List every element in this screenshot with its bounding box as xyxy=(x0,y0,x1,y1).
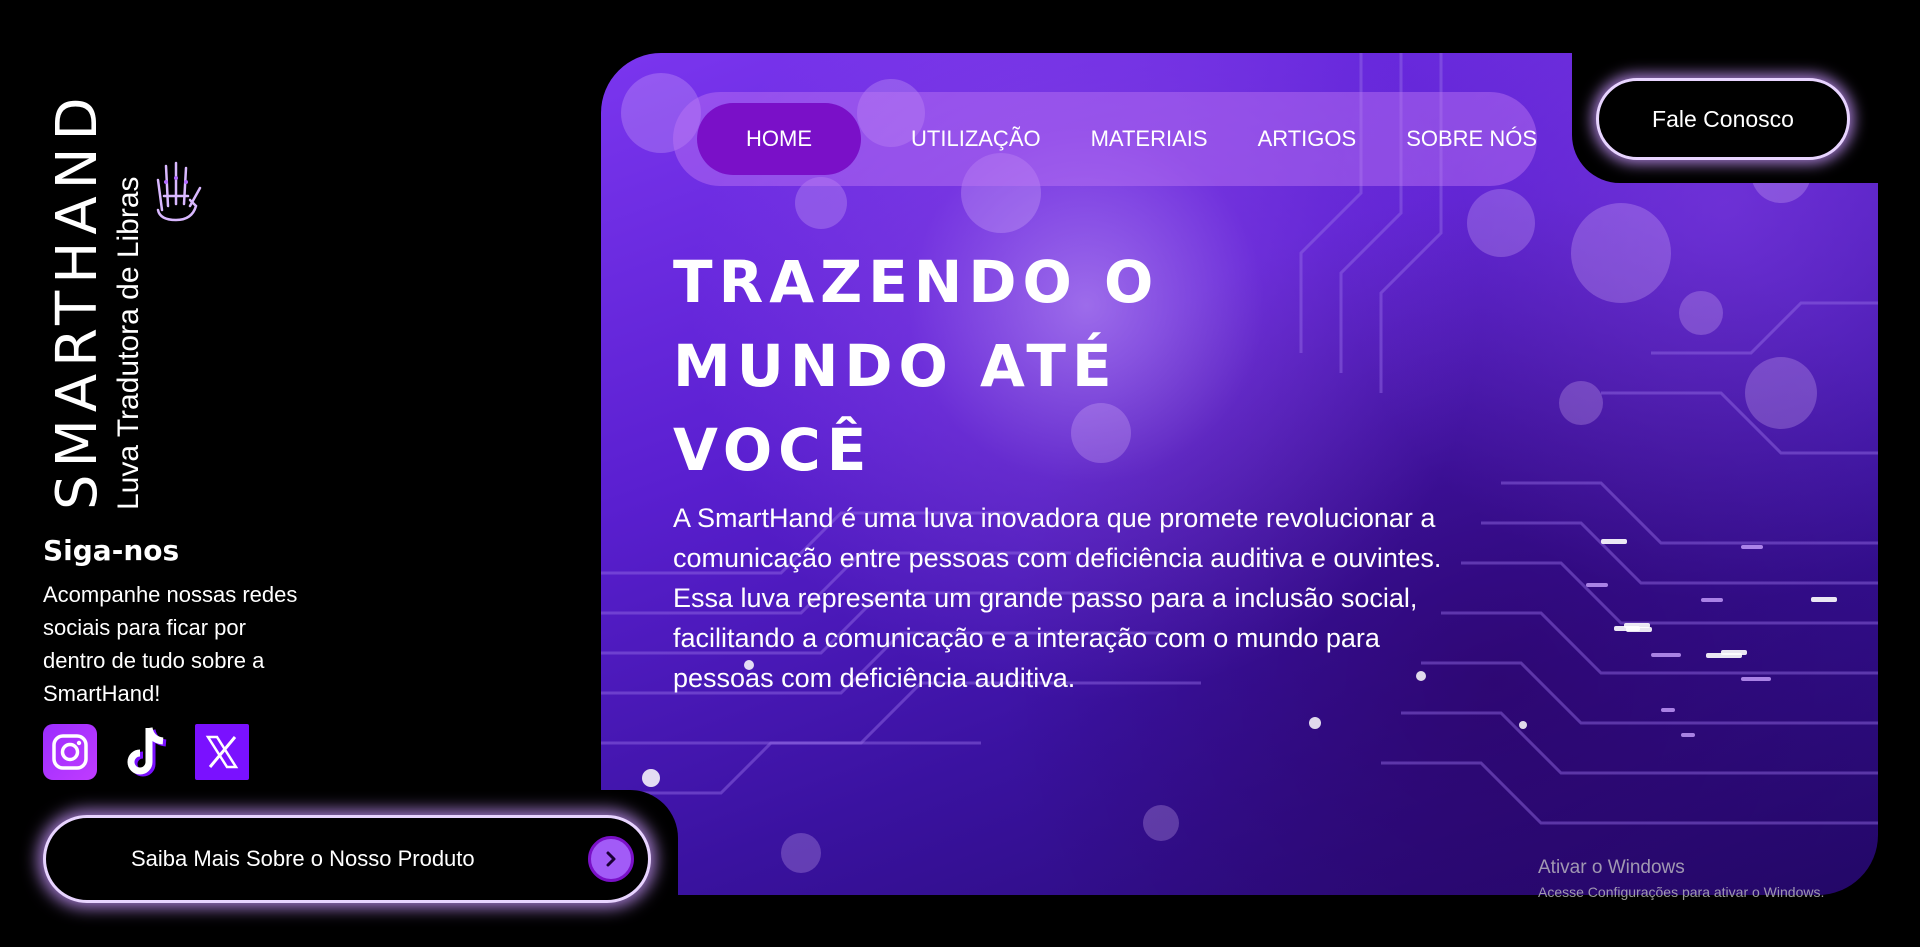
page: SMARTHAND Luva Tradutora de Libras Siga-… xyxy=(0,0,1920,947)
nav-item-utilizacao[interactable]: UTILIZAÇÃO xyxy=(911,126,1041,152)
social-links xyxy=(43,724,249,780)
brand-name: SMARTHAND xyxy=(45,90,110,510)
headline-line: você xyxy=(673,416,873,484)
brand-subtitle: Luva Tradutora de Libras xyxy=(112,176,145,510)
brand-rotated: SMARTHAND Luva Tradutora de Libras xyxy=(45,50,160,510)
nav-item-home[interactable]: HOME xyxy=(697,103,862,175)
cta-label: Saiba Mais Sobre o Nosso Produto xyxy=(131,846,475,871)
instagram-icon[interactable] xyxy=(43,724,97,780)
nav-item-sobre-nos[interactable]: SOBRE NÓS xyxy=(1406,126,1537,152)
learn-more-button[interactable]: Saiba Mais Sobre o Nosso Produto xyxy=(43,815,651,903)
x-icon[interactable] xyxy=(195,724,249,780)
nav-item-materiais[interactable]: MATERIAIS xyxy=(1091,126,1208,152)
brand-logo[interactable]: SMARTHAND Luva Tradutora de Libras xyxy=(45,50,202,510)
main-nav: HOME UTILIZAÇÃO MATERIAIS ARTIGOS SOBRE … xyxy=(673,92,1537,186)
follow-description: Acompanhe nossas redes sociais para fica… xyxy=(43,582,298,706)
tiktok-icon[interactable] xyxy=(119,724,173,780)
contact-button[interactable]: Fale Conosco xyxy=(1596,78,1850,160)
sign-language-hand-icon xyxy=(156,161,202,222)
nav-item-artigos[interactable]: ARTIGOS xyxy=(1258,126,1357,152)
headline-line: mundo até xyxy=(673,332,1118,400)
chevron-right-icon xyxy=(588,836,634,882)
follow-title: Siga-nos xyxy=(43,534,180,567)
hero-description: A SmartHand é uma luva inovadora que pro… xyxy=(673,503,1442,693)
hero-headline: Trazendo o mundo até você xyxy=(673,240,1393,492)
headline-line: Trazendo o xyxy=(673,248,1160,316)
windows-activation-title: Ativar o Windows xyxy=(1538,857,1685,878)
windows-activation-text: Acesse Configurações para ativar o Windo… xyxy=(1538,884,1825,900)
